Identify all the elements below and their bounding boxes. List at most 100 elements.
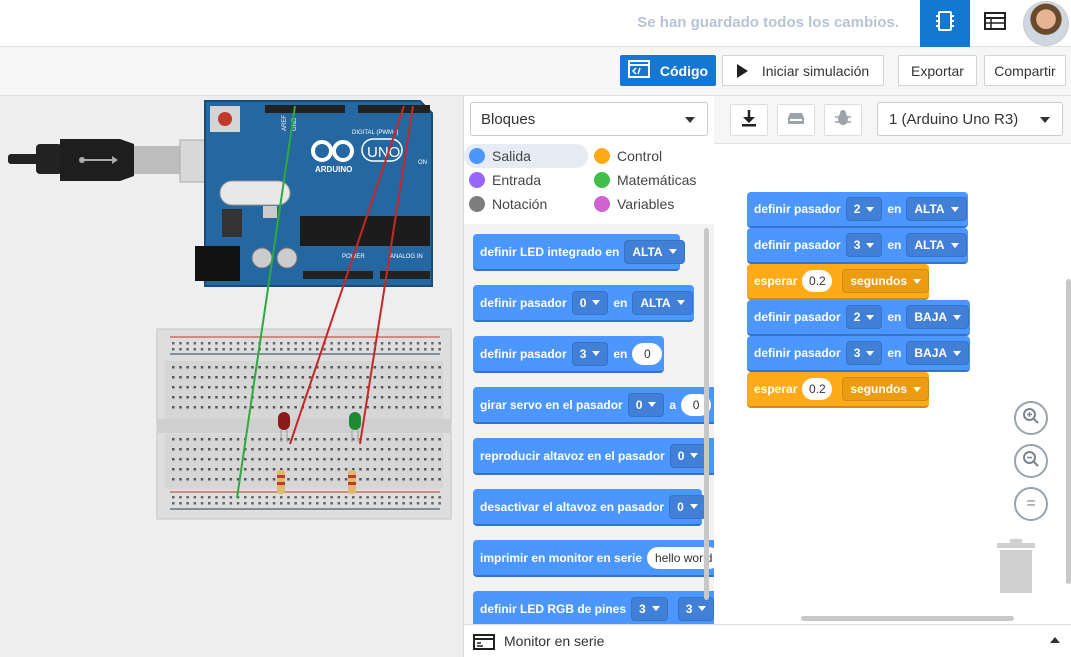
category-control[interactable]: Control	[594, 144, 662, 168]
block-rotate-servo[interactable]: girar servo en el pasador 0 a 0	[473, 387, 714, 424]
resistor-1[interactable]	[277, 470, 285, 494]
upload-button[interactable]	[777, 104, 815, 136]
block-label: reproducir altavoz en el pasador	[480, 448, 665, 463]
block-play-speaker[interactable]: reproducir altavoz en el pasador 0	[473, 438, 714, 475]
zoom-in-icon	[1022, 407, 1040, 430]
dropdown-value: 3	[579, 346, 587, 361]
ws-block-set-pin-2-low[interactable]: definir pasador 2 en BAJA	[747, 300, 970, 336]
pin-dropdown[interactable]: 3	[631, 596, 668, 621]
category-matematicas-dot	[594, 172, 610, 188]
wait-value-input[interactable]: 0.2	[802, 378, 833, 400]
block-label: girar servo en el pasador	[480, 397, 623, 412]
workspace-vertical-scrollbar[interactable]	[1066, 279, 1071, 584]
pin-dropdown[interactable]: 3	[845, 233, 883, 257]
blocks-workspace[interactable]: definir pasador 2 en ALTA definir pasado…	[714, 144, 1071, 624]
serial-monitor-bar[interactable]: Monitor en serie	[464, 624, 1071, 657]
category-control-label: Control	[617, 148, 663, 164]
component-list-button[interactable]	[970, 0, 1020, 47]
state-dropdown[interactable]: ALTA	[906, 233, 967, 257]
state-dropdown[interactable]: ALTA	[906, 197, 967, 221]
category-entrada[interactable]: Entrada	[469, 168, 541, 192]
pin-dropdown[interactable]: 0	[627, 392, 665, 417]
bug-icon	[834, 109, 852, 132]
debugger-button[interactable]	[824, 104, 862, 136]
block-set-pin-3[interactable]: definir pasador 3 en 0	[473, 336, 664, 373]
category-notacion[interactable]: Notación	[469, 192, 547, 216]
ws-block-wait-1[interactable]: esperar 0.2 segundos	[747, 264, 930, 300]
unit-dropdown[interactable]: segundos	[842, 377, 930, 401]
zoom-in-button[interactable]	[1014, 401, 1048, 435]
circuit-view-button[interactable]	[920, 0, 970, 47]
block-connector-label: en	[887, 310, 902, 324]
dropdown-value: 3	[685, 601, 693, 616]
state-dropdown[interactable]: ALTA	[624, 239, 685, 264]
category-salida[interactable]: Salida	[464, 144, 588, 168]
zoom-out-button[interactable]	[1014, 444, 1048, 478]
category-matematicas[interactable]: Matemáticas	[594, 168, 696, 192]
dropdown-value: segundos	[850, 274, 908, 288]
breadboard[interactable]	[156, 328, 452, 520]
code-icon	[627, 60, 650, 81]
export-button[interactable]: Exportar	[898, 55, 977, 86]
user-avatar[interactable]	[1023, 1, 1069, 46]
dropdown-value: 2	[853, 202, 861, 216]
block-set-pin-0[interactable]: definir pasador 0 en ALTA	[473, 285, 694, 322]
trash-icon[interactable]	[997, 539, 1035, 593]
chevron-down-icon	[668, 249, 677, 254]
block-set-rgb-led[interactable]: definir LED RGB de pines 3 3	[473, 591, 714, 624]
chevron-down-icon	[592, 351, 601, 356]
pin-dropdown[interactable]: 0	[571, 290, 609, 315]
dropdown-value: ALTA	[632, 244, 663, 259]
download-code-button[interactable]	[730, 104, 768, 136]
code-button[interactable]: Código	[620, 55, 716, 86]
chevron-down-icon	[689, 504, 698, 509]
ws-block-wait-2[interactable]: esperar 0.2 segundos	[747, 372, 930, 408]
terminal-icon	[473, 634, 495, 653]
chevron-down-icon	[953, 314, 962, 320]
chevron-up-icon[interactable]	[1050, 637, 1060, 643]
chevron-down-icon	[950, 206, 959, 212]
pin-dropdown[interactable]: 2	[845, 305, 883, 329]
start-simulation-button[interactable]: Iniciar simulación	[722, 55, 884, 86]
category-entrada-dot	[469, 172, 485, 188]
ws-block-set-pin-3-high[interactable]: definir pasador 3 en ALTA	[747, 228, 968, 264]
state-dropdown[interactable]: BAJA	[906, 305, 970, 329]
category-variables-dot	[594, 196, 610, 212]
ws-block-set-pin-3-low[interactable]: definir pasador 3 en BAJA	[747, 336, 970, 372]
board-select-dropdown[interactable]: 1 (Arduino Uno R3)	[877, 102, 1063, 136]
share-button[interactable]: Compartir	[984, 55, 1066, 86]
block-label: esperar	[754, 382, 798, 396]
workspace-horizontal-scrollbar[interactable]	[801, 616, 1014, 621]
value-input[interactable]: 0	[632, 342, 663, 365]
block-set-builtin-led[interactable]: definir LED integrado en ALTA	[473, 234, 685, 271]
pin-dropdown[interactable]: 3	[845, 341, 883, 365]
code-editor-panel: Bloques Salida Control Entrada Matemátic…	[463, 96, 1071, 657]
state-dropdown[interactable]: BAJA	[906, 341, 970, 365]
pin-dropdown[interactable]: 0	[669, 443, 707, 468]
resistor-2[interactable]	[348, 470, 356, 494]
pin-dropdown[interactable]: 2	[845, 197, 883, 221]
editor-mode-dropdown[interactable]: Bloques	[470, 102, 708, 136]
chevron-down-icon	[676, 300, 685, 305]
ws-block-set-pin-2-high[interactable]: definir pasador 2 en ALTA	[747, 192, 968, 228]
block-stop-speaker[interactable]: desactivar el altavoz en pasador 0	[473, 489, 706, 526]
unit-dropdown[interactable]: segundos	[842, 269, 930, 293]
circuit-canvas[interactable]: DIGITAL (PWM~) AREF GND ARDUINO UNO ON P…	[0, 96, 463, 657]
block-label: definir pasador	[754, 238, 841, 252]
zoom-reset-button[interactable]: =	[1014, 487, 1048, 521]
block-label: definir pasador	[754, 346, 841, 360]
flyout-scrollbar[interactable]	[704, 228, 709, 600]
pin-dropdown[interactable]: 3	[571, 341, 609, 366]
serial-monitor-label: Monitor en serie	[504, 633, 605, 649]
wait-value-input[interactable]: 0.2	[802, 270, 833, 292]
pin-dropdown[interactable]: 0	[669, 494, 706, 519]
library-icon	[787, 110, 805, 131]
workspace-toolbar: 1 (Arduino Uno R3)	[714, 96, 1071, 144]
state-dropdown[interactable]: ALTA	[632, 290, 693, 315]
category-variables[interactable]: Variables	[594, 192, 674, 216]
pin-dropdown[interactable]: 3	[677, 596, 714, 621]
play-icon	[736, 63, 748, 78]
dropdown-value: ALTA	[914, 238, 945, 252]
category-notacion-label: Notación	[492, 196, 548, 212]
block-serial-print[interactable]: imprimir en monitor en serie hello world	[473, 540, 714, 577]
